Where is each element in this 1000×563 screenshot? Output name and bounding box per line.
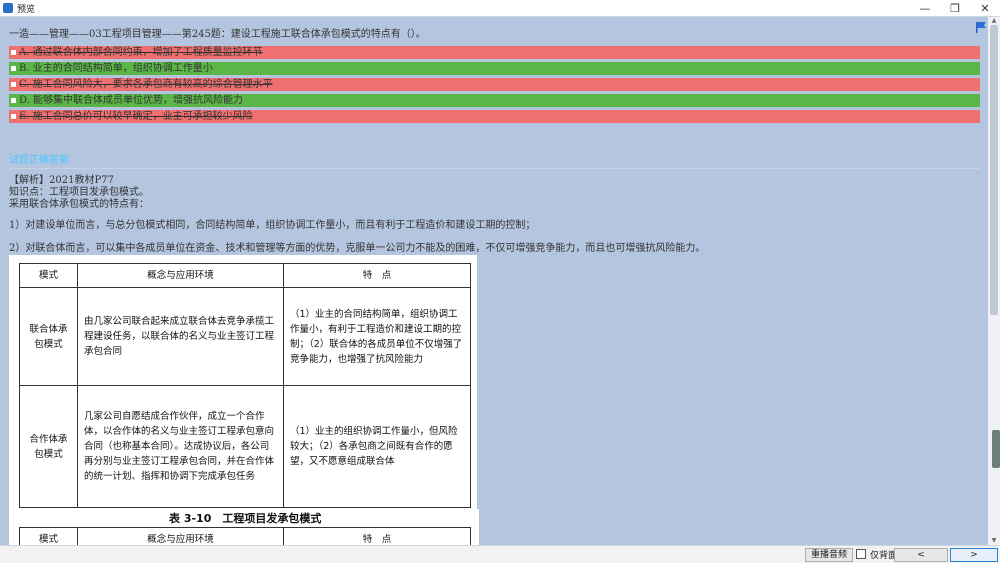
close-button[interactable]: ✕	[970, 0, 1000, 16]
analysis-source: 【解析】2021教材P77	[9, 175, 114, 186]
table-row: 联合体承包模式 由几家公司联合起来成立联合体去竞争承揽工程建设任务，以联合体的名…	[19, 287, 471, 386]
question-pane: 一造——管理——03工程项目管理——第245题：建设工程施工联合体承包模式的特点…	[0, 17, 988, 545]
row-concept: 几家公司自愿结成合作伙伴，成立一个合作体，以合作体的名义与业主签订工程承包意向合…	[77, 385, 284, 508]
table-caption: 表 3-10 工程项目发承包模式	[169, 512, 322, 525]
table-row: 合作体承包模式 几家公司自愿结成合作伙伴，成立一个合作体，以合作体的名义与业主签…	[19, 385, 471, 508]
option-d[interactable]: D. 能够集中联合体成员单位优势，增强抗风险能力	[9, 94, 980, 107]
next-button[interactable]: >	[950, 548, 998, 562]
question-text: 一造——管理——03工程项目管理——第245题：建设工程施工联合体承包模式的特点…	[9, 29, 426, 40]
row-concept: 由几家公司联合起来成立联合体去竞争承揽工程建设任务，以联合体的名义与业主签订工程…	[77, 287, 284, 386]
mode-table-2: 模式 概念与应用环境 特 点	[19, 527, 471, 545]
back-only-toggle[interactable]: 仅背面	[856, 548, 898, 561]
option-c[interactable]: C. 施工合同风险大，要求各承包商有较高的综合管理水平	[9, 78, 980, 91]
divider	[9, 168, 980, 169]
replay-audio-button[interactable]: 重播音频	[805, 548, 853, 562]
col-header-concept: 概念与应用环境	[77, 527, 284, 545]
option-e-text: E. 施工合同总价可以较早确定，业主可承担较少风险	[19, 111, 253, 122]
side-widget[interactable]	[992, 430, 1000, 468]
analysis-topic: 知识点：工程项目发承包模式。	[9, 187, 149, 198]
col-header-feature: 特 点	[283, 263, 471, 288]
window-title: 预览	[17, 4, 36, 15]
col-header-feature: 特 点	[283, 527, 471, 545]
option-checkbox[interactable]	[11, 82, 16, 87]
table-image: 模式 概念与应用环境 特 点 联合体承包模式 由几家公司联合起来成立联合体去竞争…	[9, 255, 477, 509]
app-icon	[3, 3, 13, 13]
row-feature: （1）业主的组织协调工作量小，但风险较大；（2）各承包商之间既有合作的愿望，又不…	[283, 385, 471, 508]
row-feature: （1）业主的合同结构简单，组织协调工作量小，有利于工程造价和建设工期的控制；（2…	[283, 287, 471, 386]
option-checkbox[interactable]	[11, 114, 16, 119]
scroll-down-icon[interactable]: ▼	[988, 537, 1000, 545]
analysis-point-2: 2）对联合体而言，可以集中各成员单位在资金、技术和管理等方面的优势，克服单一公司…	[9, 243, 706, 254]
analysis-intro: 采用联合体承包模式的特点有：	[9, 199, 149, 210]
scroll-thumb[interactable]	[990, 25, 998, 315]
option-e[interactable]: E. 施工合同总价可以较早确定，业主可承担较少风险	[9, 110, 980, 123]
option-a-text: A. 通过联合体内部合同约束，增加了工程质量监控环节	[19, 47, 263, 58]
option-checkbox[interactable]	[11, 98, 16, 103]
title-bar: 预览 — ❐ ✕	[0, 0, 1000, 17]
back-only-checkbox[interactable]	[856, 549, 866, 559]
table-image-2: 表 3-10 工程项目发承包模式 模式 概念与应用环境 特 点	[9, 509, 479, 545]
col-header-concept: 概念与应用环境	[77, 263, 284, 288]
flag-icon[interactable]	[975, 21, 987, 33]
option-checkbox[interactable]	[11, 50, 16, 55]
col-header-mode: 模式	[19, 527, 78, 545]
bottom-toolbar: 重播音频 仅背面 < >	[0, 545, 1000, 563]
window-controls: — ❐ ✕	[910, 0, 1000, 16]
option-b-text: B. 业主的合同结构简单，组织协调工作量小	[19, 63, 213, 74]
row-mode: 联合体承包模式	[19, 287, 78, 386]
option-d-text: D. 能够集中联合体成员单位优势，增强抗风险能力	[19, 95, 244, 106]
row-mode: 合作体承包模式	[19, 385, 78, 508]
restore-button[interactable]: ❐	[940, 0, 970, 16]
mode-table: 模式 概念与应用环境 特 点 联合体承包模式 由几家公司联合起来成立联合体去竞争…	[19, 263, 471, 508]
minimize-button[interactable]: —	[910, 0, 940, 16]
back-only-label: 仅背面	[870, 550, 898, 561]
correct-answer-label: 试题正确答案	[9, 155, 69, 166]
prev-button[interactable]: <	[894, 548, 948, 562]
analysis-point-1: 1）对建设单位而言，与总分包模式相同，合同结构简单，组织协调工作量小，而且有利于…	[9, 220, 536, 231]
scroll-up-icon[interactable]: ▲	[988, 17, 1000, 25]
option-checkbox[interactable]	[11, 66, 16, 71]
col-header-mode: 模式	[19, 263, 78, 288]
option-b[interactable]: B. 业主的合同结构简单，组织协调工作量小	[9, 62, 980, 75]
option-c-text: C. 施工合同风险大，要求各承包商有较高的综合管理水平	[19, 79, 273, 90]
option-a[interactable]: A. 通过联合体内部合同约束，增加了工程质量监控环节	[9, 46, 980, 59]
